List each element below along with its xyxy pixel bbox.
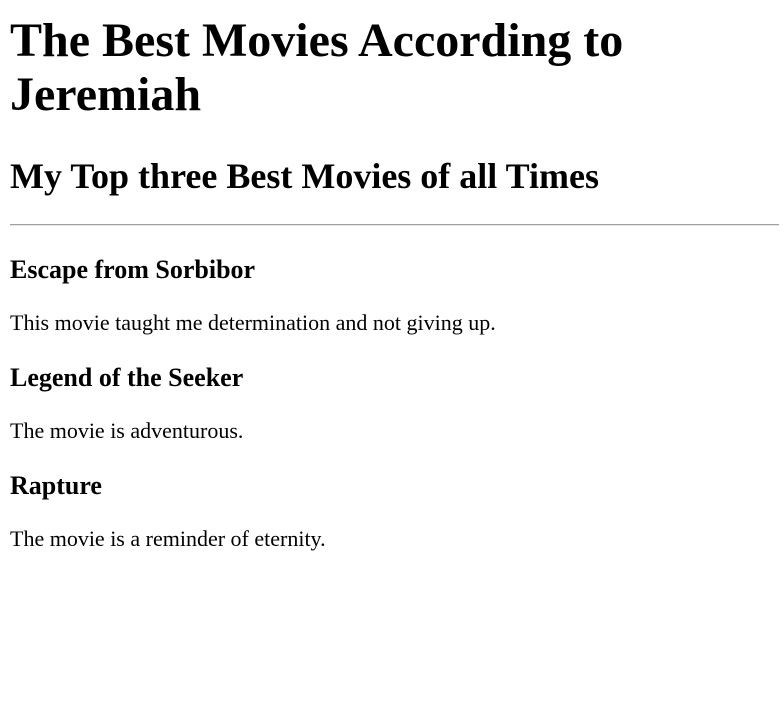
page: The Best Movies According to Jeremiah My… xyxy=(0,0,784,552)
movie-title: Legend of the Seeker xyxy=(10,363,244,392)
movie-description: The movie is a reminder of eternity. xyxy=(10,526,326,551)
movie-title: Rapture xyxy=(10,471,102,500)
movie-item: Escape from Sorbibor This movie taught m… xyxy=(10,254,779,336)
page-title: The Best Movies According to Jeremiah xyxy=(10,14,624,121)
movie-description: This movie taught me determination and n… xyxy=(10,310,496,335)
movie-item: Rapture The movie is a reminder of etern… xyxy=(10,470,779,552)
movie-item: Legend of the Seeker The movie is advent… xyxy=(10,362,779,444)
divider xyxy=(10,224,779,226)
movie-title: Escape from Sorbibor xyxy=(10,255,256,284)
movie-list: Escape from Sorbibor This movie taught m… xyxy=(10,254,779,552)
page-subtitle: My Top three Best Movies of all Times xyxy=(10,156,599,196)
movie-description: The movie is adventurous. xyxy=(10,418,244,443)
